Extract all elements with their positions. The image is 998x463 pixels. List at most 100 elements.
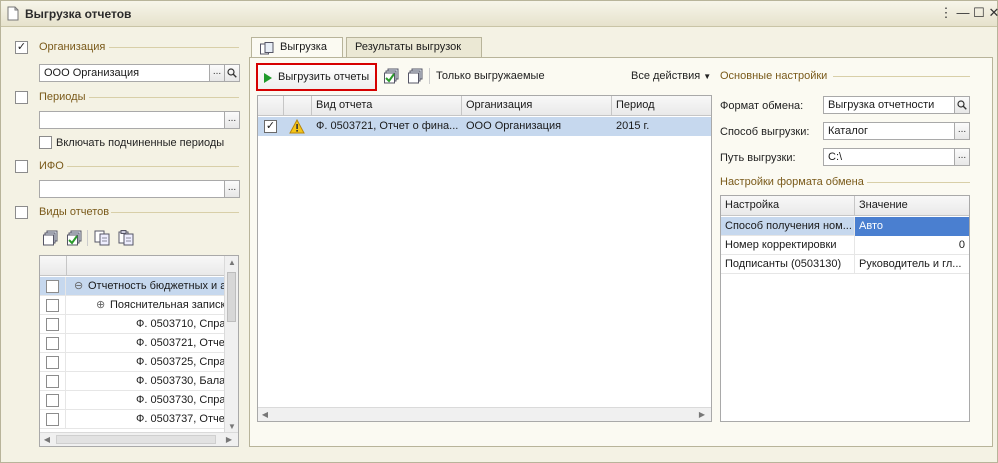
tree-row[interactable]: Ф. 0503721, Отчет о ф bbox=[40, 334, 224, 353]
tree-row[interactable]: ⊖ Отчетность бюджетных и а bbox=[40, 277, 224, 296]
table-row[interactable]: Подписанты (0503130) Руководитель и гл..… bbox=[721, 255, 969, 274]
tree-row[interactable]: Ф. 0503737, Отчет об и bbox=[40, 410, 224, 429]
check-selected-icon[interactable] bbox=[67, 230, 83, 246]
tree-row[interactable]: Ф. 0503725, Справка п bbox=[40, 353, 224, 372]
format-settings-table[interactable]: Настройка Значение Способ получения ном.… bbox=[720, 195, 970, 422]
scroll-right-icon[interactable]: ▶ bbox=[695, 408, 709, 422]
copy-icon[interactable] bbox=[94, 230, 110, 246]
only-exported-toggle[interactable]: Только выгружаемые bbox=[436, 70, 545, 82]
close-button[interactable]: ✕ bbox=[987, 6, 998, 20]
tree-row-checkbox[interactable] bbox=[46, 318, 59, 331]
setting-value[interactable]: 0 bbox=[855, 236, 969, 255]
tree-row-label: Ф. 0503725, Справка п bbox=[136, 356, 224, 368]
export-method-field[interactable]: Каталог bbox=[823, 122, 955, 140]
ifo-select-button[interactable]: ... bbox=[224, 180, 240, 198]
row-checkbox[interactable]: ✓ bbox=[264, 120, 277, 133]
tree-row[interactable]: Ф. 0503730, Баланс го bbox=[40, 372, 224, 391]
col-check bbox=[258, 96, 284, 116]
table-row[interactable]: Способ получения ном... Авто bbox=[721, 217, 969, 236]
col-setting[interactable]: Настройка bbox=[721, 196, 855, 216]
expand-icon[interactable]: ⊕ bbox=[96, 298, 105, 311]
periods-field[interactable] bbox=[39, 111, 225, 129]
more-icon[interactable]: ⋮ bbox=[939, 6, 953, 20]
organization-field[interactable]: ООО Организация bbox=[39, 64, 211, 82]
export-reports-window: Выгрузка отчетов ⋮ — ☐ ✕ ✓ Организация О… bbox=[0, 0, 998, 463]
setting-name: Способ получения ном... bbox=[721, 217, 855, 236]
setting-value[interactable]: Руководитель и гл... bbox=[855, 255, 969, 274]
reports-horizontal-scrollbar[interactable]: ◀ ▶ bbox=[258, 407, 711, 421]
tree-row-checkbox[interactable] bbox=[46, 299, 59, 312]
check-all-icon[interactable] bbox=[43, 230, 59, 246]
scroll-up-icon[interactable]: ▲ bbox=[225, 256, 238, 270]
tab-results[interactable]: Результаты выгрузок bbox=[346, 37, 482, 57]
organization-search-button[interactable] bbox=[224, 64, 240, 82]
tree-row-checkbox[interactable] bbox=[46, 375, 59, 388]
scroll-thumb[interactable] bbox=[227, 272, 236, 322]
tab-export-label: Выгрузка bbox=[280, 41, 327, 53]
exchange-format-label: Формат обмена: bbox=[720, 100, 804, 112]
tab-export[interactable]: Выгрузка bbox=[251, 37, 343, 58]
setting-value[interactable]: Авто bbox=[855, 217, 969, 236]
export-path-select-button[interactable]: ... bbox=[954, 148, 970, 166]
export-reports-button[interactable]: Выгрузить отчеты bbox=[256, 63, 377, 91]
reports-table[interactable]: Вид отчета Организация Период ✓ Ф. 05037… bbox=[257, 95, 712, 422]
chevron-down-icon: ▼ bbox=[703, 72, 712, 81]
scroll-thumb[interactable] bbox=[56, 435, 216, 444]
tree-row-label: Ф. 0503721, Отчет о ф bbox=[136, 337, 224, 349]
tree-check-cell bbox=[40, 372, 66, 390]
export-path-field[interactable]: C:\ bbox=[823, 148, 955, 166]
uncheck-all-icon[interactable] bbox=[408, 68, 424, 84]
document-icon bbox=[7, 6, 19, 21]
exchange-format-search-button[interactable] bbox=[954, 96, 970, 114]
tree-row-checkbox[interactable] bbox=[46, 280, 59, 293]
tree-row-checkbox[interactable] bbox=[46, 337, 59, 350]
row-period: 2015 г. bbox=[616, 120, 650, 132]
play-icon bbox=[264, 73, 272, 83]
include-subperiods-checkbox[interactable] bbox=[39, 136, 52, 149]
tree-row[interactable]: ⊕ Пояснительная записк bbox=[40, 296, 224, 315]
tree-row[interactable]: Ф. 0503710, Справка п bbox=[40, 315, 224, 334]
include-subperiods-label: Включать подчиненные периоды bbox=[56, 137, 225, 149]
divider bbox=[833, 76, 970, 77]
row-organization: ООО Организация bbox=[466, 120, 562, 132]
tree-row-checkbox[interactable] bbox=[46, 394, 59, 407]
col-organization[interactable]: Организация bbox=[462, 96, 612, 116]
ifo-field[interactable] bbox=[39, 180, 225, 198]
col-report[interactable]: Вид отчета bbox=[312, 96, 462, 116]
tree-check-cell bbox=[40, 353, 66, 371]
scroll-left-icon[interactable]: ◀ bbox=[40, 433, 54, 446]
basic-settings-label: Основные настройки bbox=[720, 70, 828, 82]
organization-select-button[interactable]: ... bbox=[209, 64, 225, 82]
paste-icon[interactable] bbox=[118, 230, 134, 246]
exchange-format-field[interactable]: Выгрузка отчетности bbox=[823, 96, 955, 114]
tree-check-cell bbox=[40, 410, 66, 428]
col-value[interactable]: Значение bbox=[855, 196, 969, 216]
maximize-button[interactable]: ☐ bbox=[972, 6, 986, 20]
export-method-select-button[interactable]: ... bbox=[954, 122, 970, 140]
tree-row-checkbox[interactable] bbox=[46, 356, 59, 369]
scroll-left-icon[interactable]: ◀ bbox=[258, 408, 272, 422]
collapse-icon[interactable]: ⊖ bbox=[74, 279, 83, 292]
reports-table-header: Вид отчета Организация Период bbox=[258, 96, 711, 116]
report-types-tree[interactable]: ⊖ Отчетность бюджетных и а ⊕ Пояснительная … bbox=[39, 255, 239, 447]
tree-row[interactable]: Ф. 0503730, Справка п bbox=[40, 391, 224, 410]
tree-horizontal-scrollbar[interactable]: ◀ ▶ bbox=[40, 432, 238, 446]
ifo-checkbox[interactable] bbox=[15, 160, 28, 173]
col-period[interactable]: Период bbox=[612, 96, 711, 116]
tree-row-checkbox[interactable] bbox=[46, 413, 59, 426]
organization-checkbox[interactable]: ✓ bbox=[15, 41, 28, 54]
table-row[interactable]: ✓ Ф. 0503721, Отчет о фина... ООО Органи… bbox=[258, 117, 711, 136]
periods-select-button[interactable]: ... bbox=[224, 111, 240, 129]
tree-check-cell bbox=[40, 296, 66, 314]
scroll-right-icon[interactable]: ▶ bbox=[222, 433, 236, 446]
minimize-button[interactable]: — bbox=[956, 6, 970, 20]
tree-check-cell bbox=[40, 391, 66, 409]
periods-checkbox[interactable] bbox=[15, 91, 28, 104]
check-all-icon[interactable] bbox=[384, 68, 400, 84]
col-status bbox=[284, 96, 312, 116]
row-report: Ф. 0503721, Отчет о фина... bbox=[316, 120, 459, 132]
tree-vertical-scrollbar[interactable]: ▲ ▼ bbox=[224, 256, 238, 434]
table-row[interactable]: Номер корректировки 0 bbox=[721, 236, 969, 255]
report-types-checkbox[interactable] bbox=[15, 206, 28, 219]
all-actions-menu[interactable]: Все действия ▼ bbox=[631, 70, 711, 82]
